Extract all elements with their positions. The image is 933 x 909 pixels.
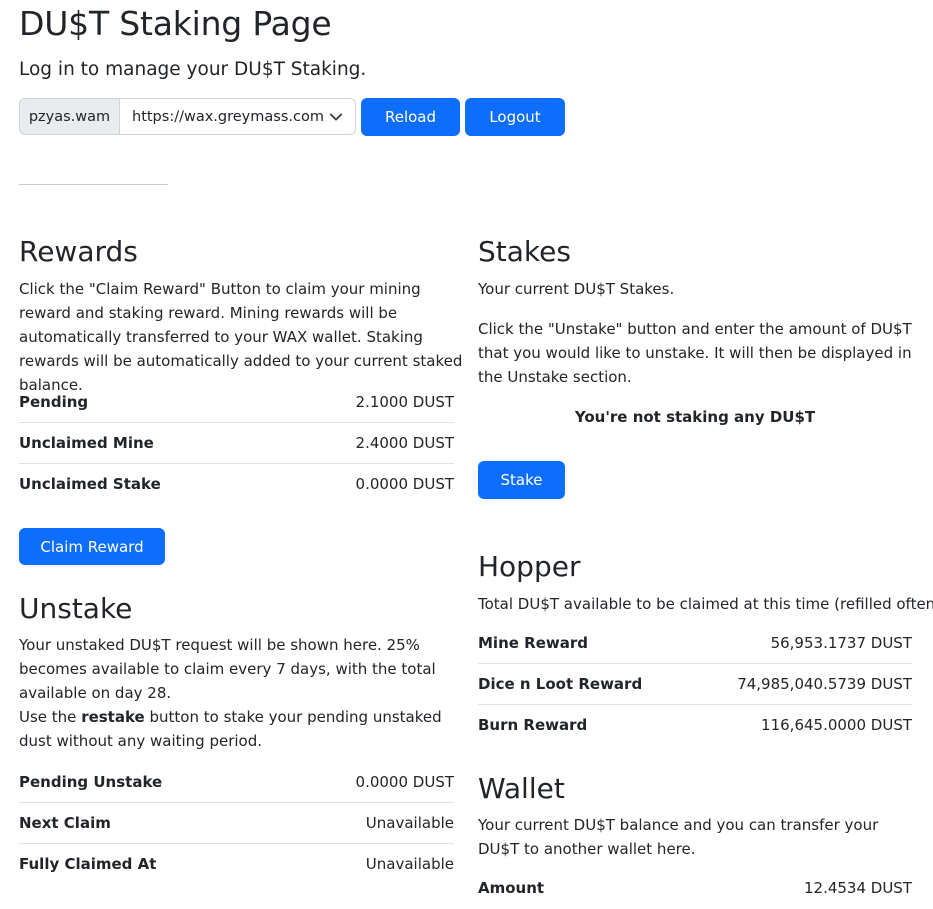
rewards-heading: Rewards	[19, 235, 138, 268]
row-value: Unavailable	[365, 814, 454, 832]
endpoint-select-value: https://wax.greymass.com	[132, 108, 324, 125]
row-label: Unclaimed Stake	[19, 475, 161, 493]
stakes-description: Your current DU$T Stakes.	[478, 280, 675, 298]
hopper-row-mine-reward: Mine Reward 56,953.1737 DUST	[478, 623, 912, 664]
rewards-row-unclaimed-stake: Unclaimed Stake 0.0000 DUST	[19, 464, 454, 505]
wallet-description: Your current DU$T balance and you can tr…	[478, 816, 879, 858]
no-stakes-message: You're not staking any DU$T	[574, 408, 816, 426]
row-value: 2.1000 DUST	[355, 393, 454, 411]
chevron-down-icon	[329, 113, 343, 121]
wallet-row-amount: Amount 12.4534 DUST	[478, 868, 912, 909]
claim-reward-button[interactable]: Claim Reward	[19, 528, 165, 565]
reload-button[interactable]: Reload	[361, 98, 460, 136]
row-value: 56,953.1737 DUST	[770, 634, 912, 652]
account-name-label: pzyas.wam	[19, 98, 120, 135]
row-label: Unclaimed Mine	[19, 434, 154, 452]
stakes-heading: Stakes	[478, 235, 571, 268]
row-value: 116,645.0000 DUST	[761, 716, 912, 734]
row-label: Amount	[478, 879, 545, 897]
restake-prefix: Use the	[19, 708, 82, 726]
row-label: Mine Reward	[478, 634, 588, 652]
row-value: Unavailable	[365, 855, 454, 873]
stakes-instructions: Click the "Unstake" button and enter the…	[478, 320, 912, 386]
unstake-row-fully-claimed: Fully Claimed At Unavailable	[19, 844, 454, 885]
row-value: 12.4534 DUST	[803, 879, 912, 897]
hopper-description: Total DU$T available to be claimed at th…	[478, 595, 933, 613]
row-value: 74,985,040.5739 DUST	[737, 675, 912, 693]
unstake-row-next-claim: Next Claim Unavailable	[19, 803, 454, 844]
row-label: Pending Unstake	[19, 773, 163, 791]
rewards-description: Click the "Claim Reward" Button to claim…	[19, 280, 463, 394]
restake-keyword: restake	[81, 708, 145, 726]
logout-button[interactable]: Logout	[465, 98, 565, 136]
wallet-heading: Wallet	[478, 772, 565, 805]
hopper-row-burn-reward: Burn Reward 116,645.0000 DUST	[478, 705, 912, 746]
unstake-row-pending: Pending Unstake 0.0000 DUST	[19, 762, 454, 803]
rewards-row-unclaimed-mine: Unclaimed Mine 2.4000 DUST	[19, 423, 454, 464]
row-label: Next Claim	[19, 814, 111, 832]
endpoint-select[interactable]: https://wax.greymass.com	[120, 98, 356, 135]
hopper-row-dice-reward: Dice n Loot Reward 74,985,040.5739 DUST	[478, 664, 912, 705]
row-label: Burn Reward	[478, 716, 588, 734]
row-label: Pending	[19, 393, 89, 411]
stake-button[interactable]: Stake	[478, 461, 565, 499]
rewards-row-pending: Pending 2.1000 DUST	[19, 382, 454, 423]
hopper-heading: Hopper	[478, 550, 581, 583]
unstake-heading: Unstake	[19, 592, 133, 625]
row-value: 0.0000 DUST	[355, 475, 454, 493]
row-value: 2.4000 DUST	[355, 434, 454, 452]
row-value: 0.0000 DUST	[355, 773, 454, 791]
unstake-description-text: Your unstaked DU$T request will be shown…	[19, 636, 436, 702]
unstake-description: Your unstaked DU$T request will be shown…	[19, 633, 449, 753]
row-label: Fully Claimed At	[19, 855, 157, 873]
page-title: DU$T Staking Page	[19, 4, 332, 43]
row-label: Dice n Loot Reward	[478, 675, 643, 693]
page-subtitle: Log in to manage your DU$T Staking.	[19, 59, 367, 80]
header-divider	[19, 184, 168, 185]
